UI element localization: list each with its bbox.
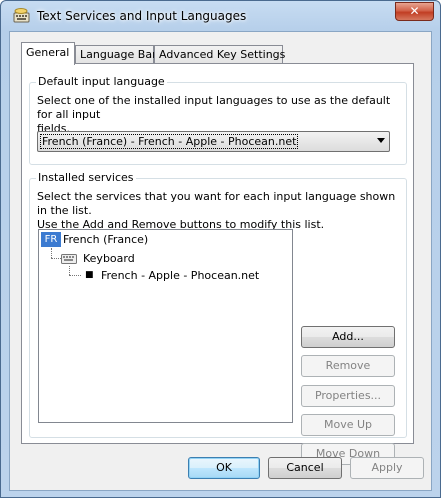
tree-connector xyxy=(69,266,70,275)
move-up-button-label: Move Up xyxy=(323,418,373,431)
language-badge: FR xyxy=(41,232,61,247)
tree-node-service[interactable]: ■ French - Apple - Phocean.net xyxy=(83,267,263,283)
close-icon: ✕ xyxy=(409,4,420,18)
ok-button-label: OK xyxy=(216,461,232,474)
properties-button-label: Properties... xyxy=(314,389,382,402)
tab-general[interactable]: General xyxy=(21,42,75,65)
tab-language-bar[interactable]: Language Bar xyxy=(75,45,157,64)
default-language-group: Default input language Select one of the… xyxy=(29,75,407,165)
default-language-dropdown[interactable]: French (France) - French - Apple - Phoce… xyxy=(37,131,390,152)
tree-connector xyxy=(69,275,81,276)
tree-service-label: French - Apple - Phocean.net xyxy=(101,269,260,282)
default-language-description: Select one of the installed input langua… xyxy=(37,94,406,136)
chevron-down-icon xyxy=(377,138,385,143)
tab-advanced-key-settings[interactable]: Advanced Key Settings xyxy=(154,45,286,64)
tree-connector xyxy=(51,258,61,259)
tab-language-bar-label: Language Bar xyxy=(80,48,157,61)
ok-button[interactable]: OK xyxy=(188,457,260,479)
installed-services-description-line1: Select the services that you want for ea… xyxy=(37,190,396,217)
window-title: Text Services and Input Languages xyxy=(37,9,247,23)
remove-button[interactable]: Remove xyxy=(301,355,395,377)
default-language-group-label: Default input language xyxy=(36,75,167,88)
installed-services-group: Installed services Select the services t… xyxy=(29,171,407,465)
move-up-button[interactable]: Move Up xyxy=(301,414,395,436)
tab-advanced-key-settings-label: Advanced Key Settings xyxy=(159,48,286,61)
apply-button[interactable]: Apply xyxy=(350,457,424,479)
remove-button-label: Remove xyxy=(325,359,371,372)
bullet-icon: ■ xyxy=(85,270,94,280)
installed-services-group-label: Installed services xyxy=(36,171,136,184)
dialog-window: Text Services and Input Languages ✕ Gene… xyxy=(0,0,441,498)
keyboard-settings-icon xyxy=(13,8,30,23)
tree-language-label: French (France) xyxy=(63,233,149,246)
add-button-label: Add... xyxy=(332,330,364,343)
properties-button[interactable]: Properties... xyxy=(301,385,395,407)
tree-keyboard-label: Keyboard xyxy=(83,252,135,265)
installed-services-description: Select the services that you want for ea… xyxy=(37,190,406,232)
default-language-description-line1: Select one of the installed input langua… xyxy=(37,94,391,121)
cancel-button-label: Cancel xyxy=(286,461,324,474)
keyboard-icon xyxy=(61,254,77,264)
tab-general-label: General xyxy=(26,46,70,59)
tree-node-language[interactable]: FR French (France) xyxy=(39,230,169,249)
cancel-button[interactable]: Cancel xyxy=(268,457,342,479)
close-button[interactable]: ✕ xyxy=(395,2,434,21)
services-tree[interactable]: FR French (France) Keyboard ■ French - A… xyxy=(38,229,293,423)
title-bar[interactable]: Text Services and Input Languages ✕ xyxy=(1,1,440,31)
tree-connector xyxy=(51,248,52,258)
default-language-selected: French (France) - French - Apple - Phoce… xyxy=(39,134,299,149)
dialog-body: General Language Bar Advanced Key Settin… xyxy=(9,31,432,491)
general-tab-panel: Default input language Select one of the… xyxy=(21,63,414,465)
tree-node-keyboard[interactable]: Keyboard xyxy=(61,250,161,266)
apply-button-label: Apply xyxy=(371,461,403,474)
add-button[interactable]: Add... xyxy=(301,326,395,348)
